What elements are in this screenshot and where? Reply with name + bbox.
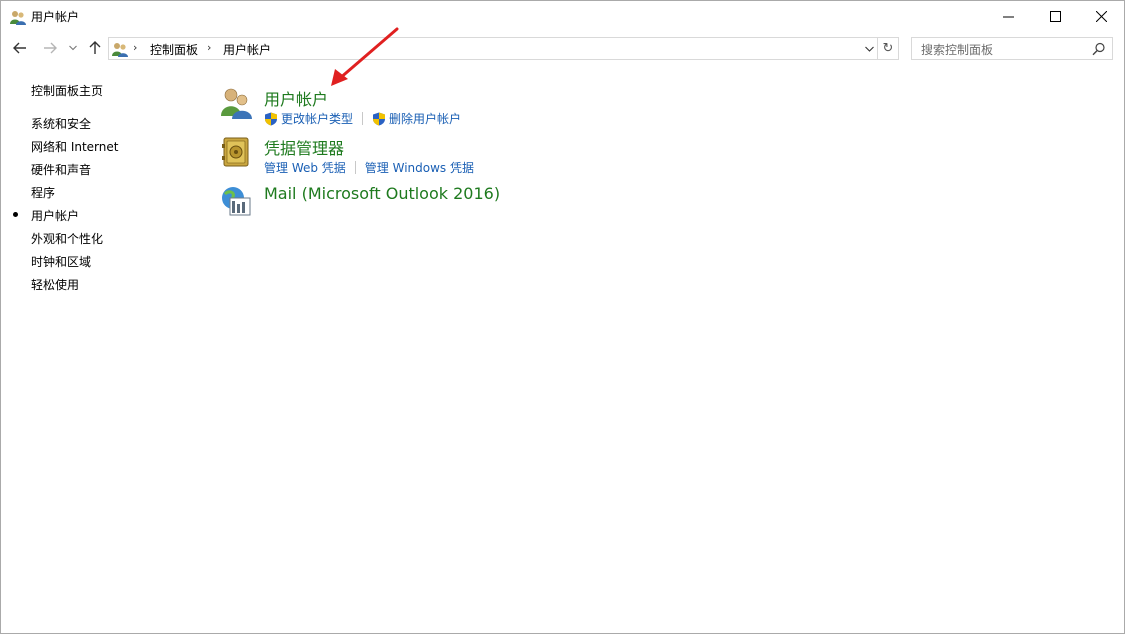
breadcrumb-control-panel[interactable]: 控制面板 <box>150 41 198 58</box>
chevron-right-icon[interactable]: › <box>207 41 211 54</box>
search-icon[interactable] <box>1092 42 1106 56</box>
users-icon <box>112 43 128 57</box>
minimize-icon <box>1002 16 1014 17</box>
chevron-down-icon <box>69 45 77 51</box>
left-link-network-internet[interactable]: 网络和 Internet <box>31 138 118 155</box>
task-list: 管理 Web 凭据 管理 Windows 凭据 <box>264 159 474 176</box>
arrow-left-icon <box>13 42 26 54</box>
vault-icon[interactable] <box>219 135 253 169</box>
chevron-right-icon[interactable]: › <box>133 41 137 54</box>
mail-icon[interactable] <box>219 184 253 218</box>
back-button[interactable] <box>10 38 30 58</box>
task-label: 更改帐户类型 <box>281 112 354 126</box>
search-placeholder: 搜索控制面板 <box>921 43 994 57</box>
navigation-bar: › 控制面板 › 用户帐户 ↻ 搜索控制面板 <box>1 32 1124 64</box>
left-link-hardware-sound[interactable]: 硬件和声音 <box>31 161 91 178</box>
address-dropdown-button[interactable] <box>861 38 877 59</box>
arrow-up-icon <box>89 41 101 54</box>
search-input[interactable]: 搜索控制面板 <box>911 37 1113 60</box>
task-separator <box>354 161 356 174</box>
left-link-programs[interactable]: 程序 <box>31 184 55 201</box>
refresh-button[interactable]: ↻ <box>878 37 899 60</box>
category-title-credential-manager[interactable]: 凭据管理器 <box>264 135 344 159</box>
up-button[interactable] <box>85 38 105 58</box>
left-link-appearance-personalization[interactable]: 外观和个性化 <box>31 230 103 247</box>
annotation-arrow-icon <box>331 27 399 86</box>
refresh-icon: ↻ <box>882 41 894 56</box>
uac-shield-icon <box>373 112 386 125</box>
task-remove-user-accounts[interactable]: 删除用户帐户 <box>372 110 461 127</box>
category-title-user-accounts[interactable]: 用户帐户 <box>264 86 328 110</box>
recent-locations-button[interactable] <box>67 38 79 58</box>
left-link-clock-region[interactable]: 时钟和区域 <box>31 253 91 270</box>
window-title: 用户帐户 <box>31 10 80 24</box>
arrow-right-icon <box>44 42 57 54</box>
uac-shield-icon <box>265 112 277 125</box>
title-bar: 用户帐户 <box>1 1 1124 32</box>
task-label: 删除用户帐户 <box>389 112 462 126</box>
left-link-ease-of-access[interactable]: 轻松使用 <box>31 276 79 293</box>
task-separator <box>362 112 364 125</box>
forward-button[interactable] <box>40 38 60 58</box>
chevron-down-icon <box>864 46 874 52</box>
category-title-mail[interactable]: Mail (Microsoft Outlook 2016) <box>264 184 500 203</box>
task-manage-windows-credentials[interactable]: 管理 Windows 凭据 <box>365 159 474 176</box>
users-icon <box>10 11 26 25</box>
control-panel-window: 用户帐户 › 控制面板 › 用户帐户 ↻ 搜索控制面板 控制面板主页 系统和安全… <box>0 0 1125 634</box>
minimize-button[interactable] <box>985 1 1031 31</box>
current-page-bullet <box>13 212 18 217</box>
maximize-button[interactable] <box>1032 1 1078 31</box>
task-manage-web-credentials[interactable]: 管理 Web 凭据 <box>264 159 346 176</box>
left-link-user-accounts-current: 用户帐户 <box>31 209 80 223</box>
left-link-control-panel-home[interactable]: 控制面板主页 <box>31 82 103 99</box>
users-icon[interactable] <box>219 86 253 120</box>
maximize-icon <box>1049 10 1061 22</box>
task-change-account-type[interactable]: 更改帐户类型 <box>264 110 353 127</box>
task-list: 更改帐户类型 删除用户帐户 <box>264 110 461 127</box>
address-bar[interactable]: › 控制面板 › 用户帐户 <box>108 37 878 60</box>
left-link-system-security[interactable]: 系统和安全 <box>31 115 91 132</box>
close-button[interactable] <box>1078 1 1124 31</box>
close-icon <box>1095 10 1107 22</box>
breadcrumb-user-accounts[interactable]: 用户帐户 <box>223 41 271 58</box>
